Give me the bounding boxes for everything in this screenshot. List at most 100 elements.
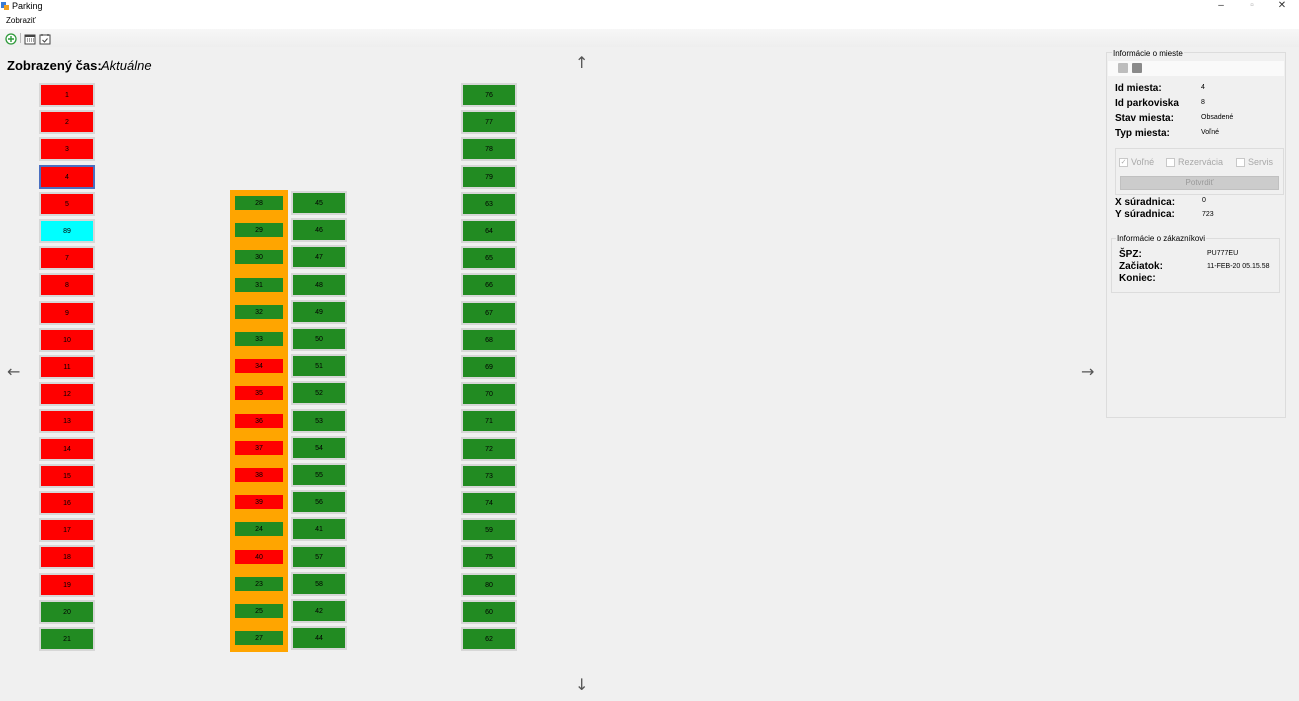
- parking-spot-37[interactable]: 37: [235, 441, 283, 455]
- parking-spot-79[interactable]: 79: [461, 165, 517, 189]
- parking-spot-5[interactable]: 5: [39, 192, 95, 216]
- parking-spot-30[interactable]: 30: [235, 250, 283, 264]
- parking-spot-25[interactable]: 25: [235, 604, 283, 618]
- delete-icon[interactable]: [1118, 63, 1128, 73]
- parking-spot-89[interactable]: 89: [39, 219, 95, 243]
- parking-spot-63[interactable]: 63: [461, 192, 517, 216]
- minimize-button[interactable]: –: [1211, 0, 1231, 14]
- parking-spot-64[interactable]: 64: [461, 219, 517, 243]
- parking-spot-52[interactable]: 52: [291, 381, 347, 405]
- parking-spot-8[interactable]: 8: [39, 273, 95, 297]
- menu-view[interactable]: Zobraziť: [6, 16, 36, 25]
- plus-circle-icon[interactable]: [5, 32, 17, 45]
- parking-spot-23[interactable]: 23: [235, 577, 283, 591]
- parking-spot-39[interactable]: 39: [235, 495, 283, 509]
- checkbox-reservation[interactable]: [1166, 158, 1175, 167]
- parking-spot-41[interactable]: 41: [291, 517, 347, 541]
- parking-spot-15[interactable]: 15: [39, 464, 95, 488]
- parking-spot-74[interactable]: 74: [461, 491, 517, 515]
- parking-spot-44[interactable]: 44: [291, 626, 347, 650]
- confirm-button[interactable]: Potvrdiť: [1120, 176, 1279, 190]
- parking-spot-73[interactable]: 73: [461, 464, 517, 488]
- parking-spot-70[interactable]: 70: [461, 382, 517, 406]
- parking-spot-19[interactable]: 19: [39, 573, 95, 597]
- parking-spot-21[interactable]: 21: [39, 627, 95, 651]
- parking-spot-11[interactable]: 11: [39, 355, 95, 379]
- parking-spot-34[interactable]: 34: [235, 359, 283, 373]
- parking-spot-13[interactable]: 13: [39, 409, 95, 433]
- parking-spot-28[interactable]: 28: [235, 196, 283, 210]
- checkbox-free[interactable]: ✓: [1119, 158, 1128, 167]
- parking-spot-51[interactable]: 51: [291, 354, 347, 378]
- parking-spot-35[interactable]: 35: [235, 386, 283, 400]
- scroll-left-arrow-icon[interactable]: ←: [7, 364, 20, 380]
- scroll-right-arrow-icon[interactable]: →: [1081, 364, 1094, 380]
- parking-spot-33[interactable]: 33: [235, 332, 283, 346]
- y-coordinate-value: 723: [1202, 211, 1214, 218]
- parking-spot-2[interactable]: 2: [39, 110, 95, 134]
- parking-spot-31[interactable]: 31: [235, 278, 283, 292]
- parking-spot-42[interactable]: 42: [291, 599, 347, 623]
- calendar-icon[interactable]: [24, 32, 36, 45]
- scroll-up-arrow-icon[interactable]: ↑: [575, 55, 588, 71]
- parking-spot-29[interactable]: 29: [235, 223, 283, 237]
- parking-spot-59[interactable]: 59: [461, 518, 517, 542]
- maximize-button[interactable]: ▫: [1242, 0, 1262, 14]
- parking-spot-17[interactable]: 17: [39, 518, 95, 542]
- parking-spot-68[interactable]: 68: [461, 328, 517, 352]
- checkbox-service[interactable]: [1236, 158, 1245, 167]
- parking-spot-40[interactable]: 40: [235, 550, 283, 564]
- info-panel-title: Informácie o mieste: [1112, 49, 1184, 58]
- parking-spot-53[interactable]: 53: [291, 409, 347, 433]
- parking-spot-16[interactable]: 16: [39, 491, 95, 515]
- start-label: Začiatok:: [1119, 261, 1163, 272]
- parking-spot-60[interactable]: 60: [461, 600, 517, 624]
- parking-spot-62[interactable]: 62: [461, 627, 517, 651]
- parking-spot-67[interactable]: 67: [461, 301, 517, 325]
- parking-spot-38[interactable]: 38: [235, 468, 283, 482]
- parking-spot-49[interactable]: 49: [291, 300, 347, 324]
- parking-spot-27[interactable]: 27: [235, 631, 283, 645]
- parking-spot-20[interactable]: 20: [39, 600, 95, 624]
- parking-spot-10[interactable]: 10: [39, 328, 95, 352]
- x-coordinate-label: X súradnica:: [1115, 197, 1176, 208]
- parking-spot-14[interactable]: 14: [39, 437, 95, 461]
- parking-spot-18[interactable]: 18: [39, 545, 95, 569]
- parking-spot-71[interactable]: 71: [461, 409, 517, 433]
- parking-spot-45[interactable]: 45: [291, 191, 347, 215]
- parking-spot-46[interactable]: 46: [291, 218, 347, 242]
- calendar-check-icon[interactable]: [39, 32, 51, 45]
- parking-spot-7[interactable]: 7: [39, 246, 95, 270]
- scroll-down-arrow-icon[interactable]: ↓: [575, 677, 588, 693]
- spz-value: PU777EU: [1207, 250, 1239, 257]
- parking-spot-75[interactable]: 75: [461, 545, 517, 569]
- parking-spot-50[interactable]: 50: [291, 327, 347, 351]
- parking-spot-9[interactable]: 9: [39, 301, 95, 325]
- parking-spot-72[interactable]: 72: [461, 437, 517, 461]
- parking-spot-3[interactable]: 3: [39, 137, 95, 161]
- parking-spot-57[interactable]: 57: [291, 545, 347, 569]
- parking-spot-24[interactable]: 24: [235, 522, 283, 536]
- parking-spot-66[interactable]: 66: [461, 273, 517, 297]
- parking-spot-36[interactable]: 36: [235, 414, 283, 428]
- parking-spot-76[interactable]: 76: [461, 83, 517, 107]
- close-button[interactable]: ✕: [1272, 0, 1292, 14]
- parking-spot-80[interactable]: 80: [461, 573, 517, 597]
- parking-spot-65[interactable]: 65: [461, 246, 517, 270]
- parking-spot-12[interactable]: 12: [39, 382, 95, 406]
- parking-spot-48[interactable]: 48: [291, 273, 347, 297]
- parking-spot-32[interactable]: 32: [235, 305, 283, 319]
- window-title: Parking: [12, 1, 43, 11]
- parking-spot-55[interactable]: 55: [291, 463, 347, 487]
- parking-spot-47[interactable]: 47: [291, 245, 347, 269]
- text-icon[interactable]: [1132, 63, 1142, 73]
- parking-spot-54[interactable]: 54: [291, 436, 347, 460]
- checkbox-service-label: Servis: [1248, 157, 1274, 167]
- parking-spot-58[interactable]: 58: [291, 572, 347, 596]
- parking-spot-78[interactable]: 78: [461, 137, 517, 161]
- parking-spot-69[interactable]: 69: [461, 355, 517, 379]
- parking-spot-4[interactable]: 4: [39, 165, 95, 189]
- parking-spot-1[interactable]: 1: [39, 83, 95, 107]
- parking-spot-56[interactable]: 56: [291, 490, 347, 514]
- parking-spot-77[interactable]: 77: [461, 110, 517, 134]
